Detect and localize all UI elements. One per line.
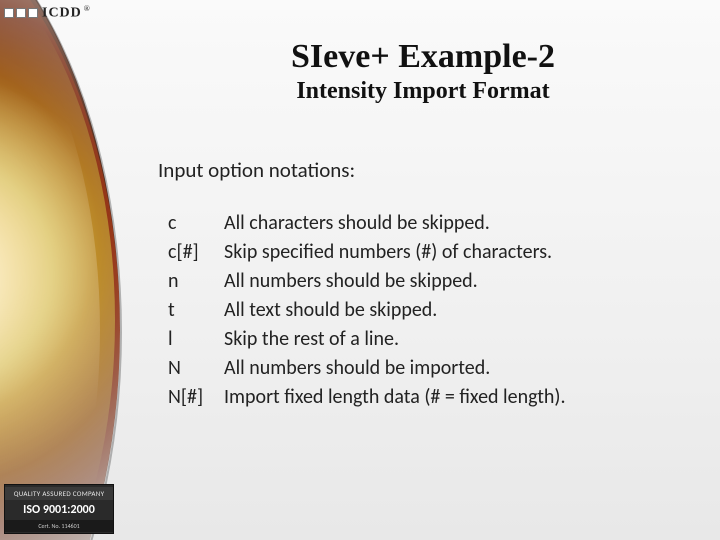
slide: ICDD® QUALITY ASSURED COMPANY ISO 9001:2… bbox=[0, 0, 720, 540]
option-desc: All text should be skipped. bbox=[224, 296, 696, 325]
option-desc: Skip specified numbers (#) of characters… bbox=[224, 238, 696, 267]
option-row: t All text should be skipped. bbox=[168, 296, 696, 325]
option-key: l bbox=[168, 325, 224, 354]
option-row: n All numbers should be skipped. bbox=[168, 267, 696, 296]
option-desc: Import fixed length data (# = fixed leng… bbox=[224, 383, 696, 412]
option-key: c[#] bbox=[168, 238, 224, 267]
logo-boxes-icon bbox=[4, 8, 38, 18]
badge-cert-text: Cert. No. 114601 bbox=[5, 520, 113, 532]
logo-text: ICDD® bbox=[42, 4, 91, 22]
option-key: c bbox=[168, 209, 224, 238]
slide-subtitle: Intensity Import Format bbox=[150, 78, 696, 105]
option-row: N[#] Import fixed length data (# = fixed… bbox=[168, 383, 696, 412]
option-desc: All numbers should be imported. bbox=[224, 354, 696, 383]
badge-top-text: QUALITY ASSURED COMPANY bbox=[5, 487, 113, 500]
option-row: N All numbers should be imported. bbox=[168, 354, 696, 383]
decorative-arc bbox=[0, 0, 122, 540]
slide-title: SIeve+ Example-2 bbox=[150, 38, 696, 76]
option-key: N[#] bbox=[168, 383, 224, 412]
lead-text: Input option notations: bbox=[158, 157, 696, 183]
badge-main-text: ISO 9001:2000 bbox=[23, 500, 95, 520]
option-desc: Skip the rest of a line. bbox=[224, 325, 696, 354]
option-desc: All numbers should be skipped. bbox=[224, 267, 696, 296]
iso-badge: QUALITY ASSURED COMPANY ISO 9001:2000 Ce… bbox=[4, 484, 114, 534]
content-area: SIeve+ Example-2 Intensity Import Format… bbox=[150, 38, 696, 412]
option-row: l Skip the rest of a line. bbox=[168, 325, 696, 354]
side-art bbox=[0, 0, 140, 540]
option-row: c[#] Skip specified numbers (#) of chara… bbox=[168, 238, 696, 267]
option-key: n bbox=[168, 267, 224, 296]
option-key: t bbox=[168, 296, 224, 325]
icdd-logo: ICDD® bbox=[4, 4, 91, 22]
option-desc: All characters should be skipped. bbox=[224, 209, 696, 238]
option-key: N bbox=[168, 354, 224, 383]
option-row: c All characters should be skipped. bbox=[168, 209, 696, 238]
options-list: c All characters should be skipped. c[#]… bbox=[168, 209, 696, 412]
